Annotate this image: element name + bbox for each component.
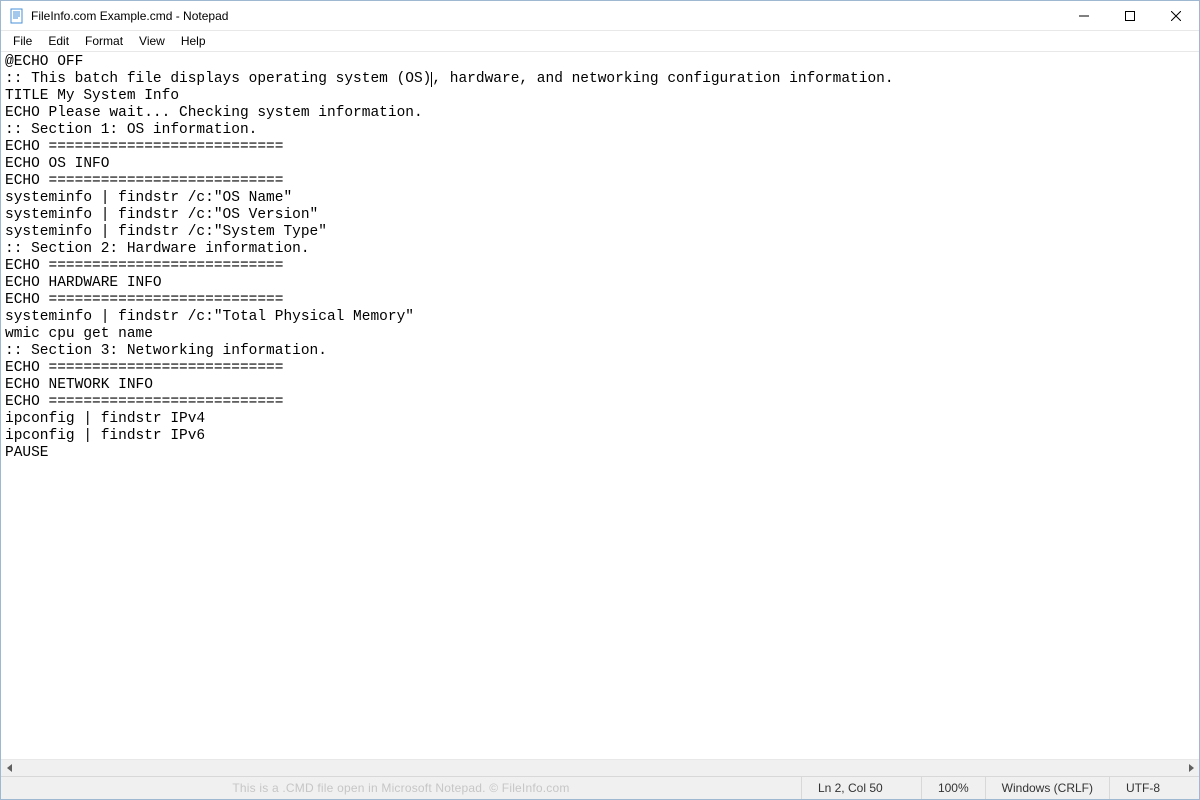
status-cursor-position: Ln 2, Col 50 bbox=[801, 777, 921, 799]
scroll-right-arrow-icon[interactable] bbox=[1182, 760, 1199, 777]
notepad-app-icon bbox=[9, 8, 25, 24]
status-line-ending: Windows (CRLF) bbox=[985, 777, 1109, 799]
menu-edit[interactable]: Edit bbox=[40, 32, 77, 50]
status-watermark: This is a .CMD file open in Microsoft No… bbox=[1, 781, 801, 795]
status-bar: This is a .CMD file open in Microsoft No… bbox=[1, 776, 1199, 799]
menu-view[interactable]: View bbox=[131, 32, 173, 50]
editor-wrap: @ECHO OFF :: This batch file displays op… bbox=[1, 52, 1199, 776]
menu-file[interactable]: File bbox=[5, 32, 40, 50]
menu-format[interactable]: Format bbox=[77, 32, 131, 50]
maximize-button[interactable] bbox=[1107, 1, 1153, 30]
window-controls bbox=[1061, 1, 1199, 30]
status-zoom: 100% bbox=[921, 777, 985, 799]
title-bar: FileInfo.com Example.cmd - Notepad bbox=[1, 1, 1199, 31]
minimize-button[interactable] bbox=[1061, 1, 1107, 30]
menu-help[interactable]: Help bbox=[173, 32, 214, 50]
window-title: FileInfo.com Example.cmd - Notepad bbox=[31, 9, 1061, 23]
scrollbar-track[interactable] bbox=[18, 760, 1182, 776]
menu-bar: File Edit Format View Help bbox=[1, 31, 1199, 52]
text-editor[interactable]: @ECHO OFF :: This batch file displays op… bbox=[1, 52, 1199, 759]
close-button[interactable] bbox=[1153, 1, 1199, 30]
text-caret bbox=[431, 72, 432, 87]
scroll-left-arrow-icon[interactable] bbox=[1, 760, 18, 777]
horizontal-scrollbar[interactable] bbox=[1, 759, 1199, 776]
status-encoding: UTF-8 bbox=[1109, 777, 1199, 799]
